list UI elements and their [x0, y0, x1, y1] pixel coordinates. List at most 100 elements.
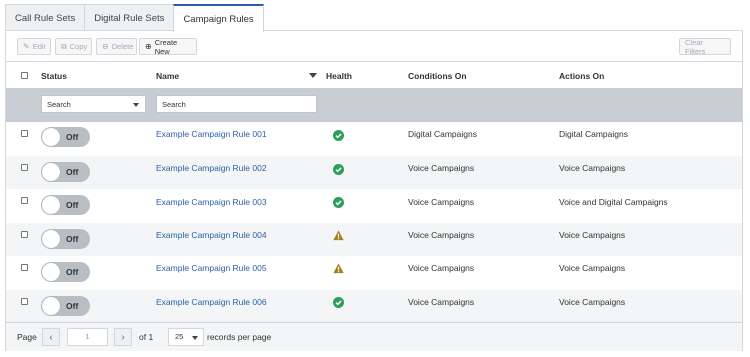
actions-on-cell: Voice and Digital Campaigns [559, 197, 668, 207]
delete-button-label: Delete [111, 42, 134, 51]
row-checkbox[interactable] [21, 230, 28, 238]
column-header-status[interactable]: Status [41, 62, 67, 89]
actions-on-cell: Voice Campaigns [559, 229, 626, 240]
chevron-down-icon [133, 103, 139, 107]
select-all-checkbox[interactable] [21, 72, 28, 79]
toggle-label: Off [66, 200, 79, 210]
rule-name-link[interactable]: Example Campaign Rule 001 [156, 129, 267, 139]
ok-check-icon [333, 163, 344, 175]
tab-digital-rule-sets[interactable]: Digital Rule Sets [84, 4, 175, 31]
page-number-input[interactable]: 1 [67, 328, 108, 346]
ok-check-icon [333, 130, 344, 141]
toolbar: ✎ Edit ⧉ Copy ⊖ Delete ⊕ Create New Clea… [6, 31, 742, 61]
page-size-select[interactable]: 25 [168, 328, 204, 346]
table-body: Off Example Campaign Rule 001 Digital Ca… [6, 122, 742, 323]
toggle-knob [42, 196, 60, 214]
table-row[interactable]: Off Example Campaign Rule 002 Voice Camp… [6, 155, 742, 189]
conditions-on-cell: Voice Campaigns [408, 197, 475, 207]
warning-icon [333, 230, 344, 240]
delete-icon: ⊖ [102, 42, 109, 51]
tab-call-rule-sets[interactable]: Call Rule Sets [5, 4, 86, 31]
actions-on-cell: Voice Campaigns [559, 296, 626, 307]
column-header-actions-on[interactable]: Actions On [559, 62, 604, 89]
table-row[interactable]: Off Example Campaign Rule 005 Voice Camp… [6, 256, 742, 290]
toggle-knob [42, 128, 60, 146]
status-toggle[interactable]: Off [41, 262, 90, 282]
row-checkbox[interactable] [21, 197, 28, 204]
status-toggle[interactable]: Off [41, 228, 90, 249]
copy-button[interactable]: ⧉ Copy [55, 38, 92, 55]
chevron-left-icon: ‹ [49, 331, 53, 343]
conditions-on-cell: Voice Campaigns [408, 296, 475, 307]
conditions-on-cell: Voice Campaigns [408, 229, 475, 240]
status-filter-value: Search [47, 99, 71, 109]
table-header: Status Name Health Conditions On Actions… [6, 61, 742, 88]
toggle-knob [42, 229, 60, 248]
edit-icon: ✎ [23, 42, 30, 51]
next-page-button[interactable]: › [114, 328, 132, 346]
previous-page-button[interactable]: ‹ [42, 328, 60, 346]
row-checkbox[interactable] [21, 130, 28, 137]
status-filter-select[interactable]: Search [41, 95, 146, 113]
copy-button-label: Copy [69, 42, 88, 51]
conditions-on-cell: Digital Campaigns [408, 129, 477, 139]
tab-campaign-rules[interactable]: Campaign Rules [173, 4, 264, 32]
page-label: Page [17, 332, 37, 342]
records-per-page-label: records per page [207, 332, 272, 342]
chevron-down-icon [192, 336, 198, 340]
tab-bar: Call Rule Sets Digital Rule Sets Campaig… [5, 4, 264, 32]
toggle-label: Off [66, 132, 79, 142]
total-pages-label: of 1 [139, 332, 154, 342]
actions-on-cell: Voice Campaigns [559, 263, 626, 273]
table-row[interactable]: Off Example Campaign Rule 001 Digital Ca… [6, 122, 742, 156]
column-header-name[interactable]: Name [156, 62, 179, 89]
actions-on-cell: Voice Campaigns [559, 162, 626, 173]
toggle-knob [42, 296, 60, 315]
filter-row: Search [6, 88, 742, 122]
clear-filters-button[interactable]: Clear Filters [679, 37, 731, 56]
plus-circle-icon: ⊕ [145, 42, 152, 51]
delete-button[interactable]: ⊖ Delete [96, 38, 137, 55]
conditions-on-cell: Voice Campaigns [408, 263, 475, 273]
campaign-rules-panel: ✎ Edit ⧉ Copy ⊖ Delete ⊕ Create New Clea… [5, 30, 743, 351]
column-header-conditions-on[interactable]: Conditions On [408, 62, 467, 89]
toggle-knob [42, 263, 60, 281]
name-filter-input[interactable] [156, 95, 317, 113]
toggle-label: Off [66, 300, 79, 311]
rule-name-link[interactable]: Example Campaign Rule 002 [156, 163, 267, 173]
toggle-label: Off [66, 166, 79, 177]
table-row[interactable]: Off Example Campaign Rule 004 Voice Camp… [6, 222, 742, 256]
table-row[interactable]: Off Example Campaign Rule 003 Voice Camp… [6, 189, 742, 223]
copy-icon: ⧉ [61, 41, 67, 51]
toggle-knob [42, 162, 60, 181]
create-new-button[interactable]: ⊕ Create New [139, 37, 197, 56]
pagination-bar: Page ‹ 1 › of 1 25 records per page [6, 322, 742, 351]
edit-button-label: Edit [32, 42, 46, 51]
row-checkbox[interactable] [21, 163, 28, 171]
rule-name-link[interactable]: Example Campaign Rule 003 [156, 197, 267, 207]
ok-check-icon [333, 296, 344, 308]
table-row[interactable]: Off Example Campaign Rule 006 Voice Camp… [6, 289, 742, 323]
rule-name-link[interactable]: Example Campaign Rule 005 [156, 263, 267, 273]
toggle-label: Off [66, 233, 79, 244]
column-header-health[interactable]: Health [326, 62, 352, 89]
toggle-label: Off [66, 267, 79, 277]
clear-filters-label: Clear Filters [685, 37, 706, 56]
status-toggle[interactable]: Off [41, 127, 90, 147]
actions-on-cell: Digital Campaigns [559, 129, 628, 139]
sort-descending-icon[interactable] [309, 73, 317, 78]
warning-icon [333, 263, 344, 274]
rule-name-link[interactable]: Example Campaign Rule 004 [156, 230, 267, 240]
status-toggle[interactable]: Off [41, 295, 90, 316]
status-toggle[interactable]: Off [41, 195, 90, 215]
row-checkbox[interactable] [21, 264, 28, 271]
status-toggle[interactable]: Off [41, 161, 90, 182]
page-size-value: 25 [175, 332, 184, 341]
create-new-button-label: Create New [154, 37, 178, 56]
rule-name-link[interactable]: Example Campaign Rule 006 [156, 297, 267, 307]
edit-button[interactable]: ✎ Edit [17, 38, 51, 55]
chevron-right-icon: › [121, 331, 125, 343]
row-checkbox[interactable] [21, 297, 28, 305]
ok-check-icon [333, 197, 344, 208]
conditions-on-cell: Voice Campaigns [408, 162, 475, 173]
